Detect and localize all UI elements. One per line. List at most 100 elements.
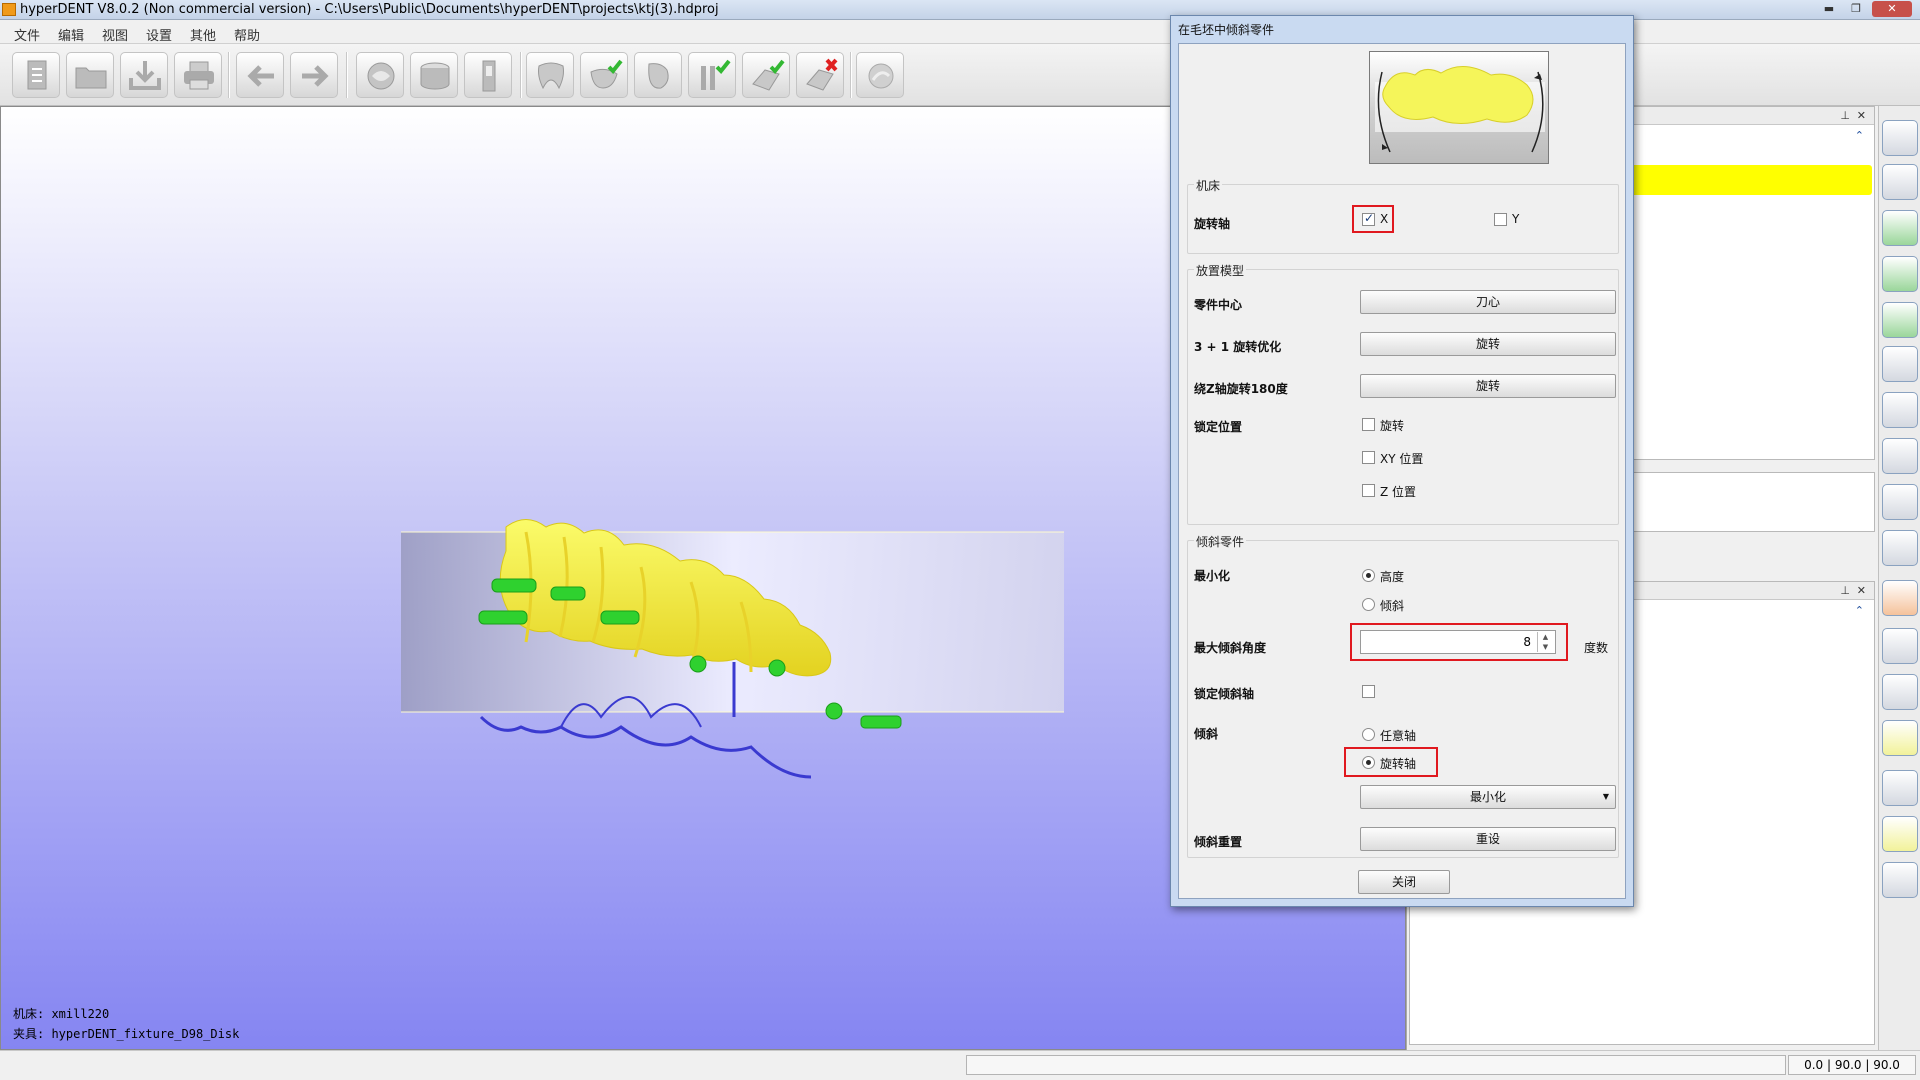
view-left-icon[interactable] <box>1882 302 1918 338</box>
pin-icon[interactable]: ⊥ <box>1840 109 1850 122</box>
tooth-shift-icon[interactable] <box>634 52 682 98</box>
view-front-icon[interactable] <box>1882 120 1918 156</box>
lock-tilt-axis-label: 锁定倾斜轴 <box>1194 687 1255 701</box>
machine-info: 机床: xmill220 <box>13 1007 110 1021</box>
display-mode-2-icon[interactable] <box>1882 816 1918 852</box>
redo-arrow-icon[interactable] <box>290 52 338 98</box>
spin-arrows-icon[interactable]: ▲ ▼ <box>1537 632 1553 652</box>
lock-xy-checkbox[interactable] <box>1362 451 1375 464</box>
part-center-label: 零件中心 <box>1194 298 1243 312</box>
minimize-tilt-radio[interactable] <box>1362 598 1375 611</box>
view-bottom-icon[interactable] <box>1882 256 1918 292</box>
tilt-mode-dropdown[interactable]: 最小化 ▼ <box>1360 785 1616 809</box>
display-mode-3-icon[interactable] <box>1882 862 1918 898</box>
menu-file[interactable]: 文件 <box>14 25 40 44</box>
lock-tilt-axis-checkbox[interactable] <box>1362 685 1375 698</box>
display-mode-1-icon[interactable] <box>1882 770 1918 806</box>
tilt-rotation-axis-radio[interactable] <box>1362 756 1375 769</box>
menu-edit[interactable]: 编辑 <box>58 25 84 44</box>
axis-x-checkbox[interactable] <box>1362 211 1375 226</box>
lock-z-label: Z 位置 <box>1380 485 1417 499</box>
view-iso2-icon[interactable] <box>1882 438 1918 474</box>
menu-other[interactable]: 其他 <box>190 25 216 44</box>
part-center-button[interactable]: 刀心 <box>1360 290 1616 314</box>
tilt-any-axis-radio[interactable] <box>1362 728 1375 741</box>
fixture-icon[interactable] <box>464 52 512 98</box>
new-file-icon[interactable] <box>12 52 60 98</box>
toolbar-separator <box>520 52 522 98</box>
coordinates-readout: 0.0 | 90.0 | 90.0 <box>1788 1055 1916 1075</box>
minimize-height-radio[interactable] <box>1362 569 1375 582</box>
tilt-mode-value: 最小化 <box>1469 790 1506 804</box>
toolbar-separator <box>228 52 230 98</box>
collapse-icon[interactable]: ⌃ <box>1855 129 1864 142</box>
part-check-icon[interactable] <box>742 52 790 98</box>
axis-x-label: X <box>1380 212 1389 226</box>
lock-xy-label: XY 位置 <box>1380 452 1424 466</box>
tilt-part-group-title: 倾斜零件 <box>1194 533 1247 550</box>
tilt-reset-button[interactable]: 重设 <box>1360 827 1616 851</box>
collapse-icon[interactable]: ⌃ <box>1855 604 1864 617</box>
chevron-down-icon: ▼ <box>1602 792 1609 801</box>
degree-unit-label: 度数 <box>1584 641 1609 655</box>
menu-view[interactable]: 视图 <box>102 25 128 44</box>
dialog-title: 在毛坯中倾斜零件 <box>1178 23 1275 37</box>
status-bar: 0.0 | 90.0 | 90.0 <box>0 1050 1920 1080</box>
rotation-axis-label: 旋转轴 <box>1194 217 1231 231</box>
disk-blank-icon[interactable] <box>410 52 458 98</box>
view-back-icon[interactable] <box>1882 164 1918 200</box>
minimize-height-label: 高度 <box>1380 570 1405 584</box>
part-error-icon[interactable] <box>796 52 844 98</box>
tooth-icon[interactable] <box>526 52 574 98</box>
place-model-group-title: 放置模型 <box>1194 262 1247 279</box>
zoom-fit-icon[interactable] <box>1882 674 1918 710</box>
rotate-z-button[interactable]: 旋转 <box>1360 374 1616 398</box>
print-icon[interactable] <box>174 52 222 98</box>
toolbar-separator <box>850 52 852 98</box>
max-tilt-angle-input[interactable]: 8 ▲ ▼ <box>1360 630 1556 654</box>
lock-z-checkbox[interactable] <box>1362 484 1375 497</box>
app-icon <box>2 3 16 16</box>
tilt-preview-image <box>1369 51 1549 164</box>
fixture-info: 夹具: hyperDENT_fixture_D98_Disk <box>13 1027 240 1041</box>
tool-check-icon[interactable] <box>688 52 736 98</box>
axis-y-checkbox[interactable] <box>1494 213 1507 226</box>
open-folder-icon[interactable] <box>66 52 114 98</box>
lock-rotate-checkbox[interactable] <box>1362 418 1375 431</box>
close-window-button[interactable]: ✕ <box>1872 1 1912 17</box>
model-icon[interactable] <box>356 52 404 98</box>
view-iso1-icon[interactable] <box>1882 392 1918 428</box>
restore-button[interactable]: ❐ <box>1845 1 1867 17</box>
minimize-button[interactable]: ▬ <box>1818 1 1840 17</box>
axis-y-label: Y <box>1512 212 1520 226</box>
menu-settings[interactable]: 设置 <box>146 25 172 44</box>
rotate-optimize-button[interactable]: 旋转 <box>1360 332 1616 356</box>
zoom-icon[interactable] <box>1882 628 1918 664</box>
view-iso4-icon[interactable] <box>1882 530 1918 566</box>
undo-arrow-icon[interactable] <box>236 52 284 98</box>
tilt-part-dialog: 在毛坯中倾斜零件 机床 旋转轴 X Y 放置模型 零件中心 刀心 <box>1170 15 1634 907</box>
close-pane-icon[interactable]: ✕ <box>1857 584 1866 597</box>
dialog-body: 机床 旋转轴 X Y 放置模型 零件中心 刀心 3 + 1 旋转优化 旋转 绕Z… <box>1178 43 1626 899</box>
toolbar-separator <box>346 52 348 98</box>
pin-icon[interactable]: ⊥ <box>1840 584 1850 597</box>
tilt-any-axis-label: 任意轴 <box>1380 729 1417 743</box>
close-dialog-button[interactable]: 关闭 <box>1358 870 1450 894</box>
view-right-icon[interactable] <box>1882 346 1918 382</box>
tooth-check-icon[interactable] <box>580 52 628 98</box>
max-tilt-angle-value: 8 <box>1523 635 1531 649</box>
menu-help[interactable]: 帮助 <box>234 25 260 44</box>
minimize-label: 最小化 <box>1194 569 1231 583</box>
minimize-tilt-label: 倾斜 <box>1380 599 1405 613</box>
tilt-part-group: 倾斜零件 最小化 高度 倾斜 最大倾斜角度 8 ▲ ▼ 度数 锁定倾斜轴 倾斜 任… <box>1187 533 1619 858</box>
view-top-icon[interactable] <box>1882 210 1918 246</box>
place-model-group: 放置模型 零件中心 刀心 3 + 1 旋转优化 旋转 绕Z轴旋转180度 旋转 … <box>1187 262 1619 525</box>
lock-rotate-label: 旋转 <box>1380 419 1405 433</box>
drop-to-blank-icon[interactable] <box>1882 580 1918 616</box>
close-pane-icon[interactable]: ✕ <box>1857 109 1866 122</box>
save-icon[interactable] <box>120 52 168 98</box>
zoom-selection-icon[interactable] <box>1882 720 1918 756</box>
view-iso3-icon[interactable] <box>1882 484 1918 520</box>
simulate-icon[interactable] <box>856 52 904 98</box>
tilt-rotation-axis-label: 旋转轴 <box>1380 757 1417 771</box>
